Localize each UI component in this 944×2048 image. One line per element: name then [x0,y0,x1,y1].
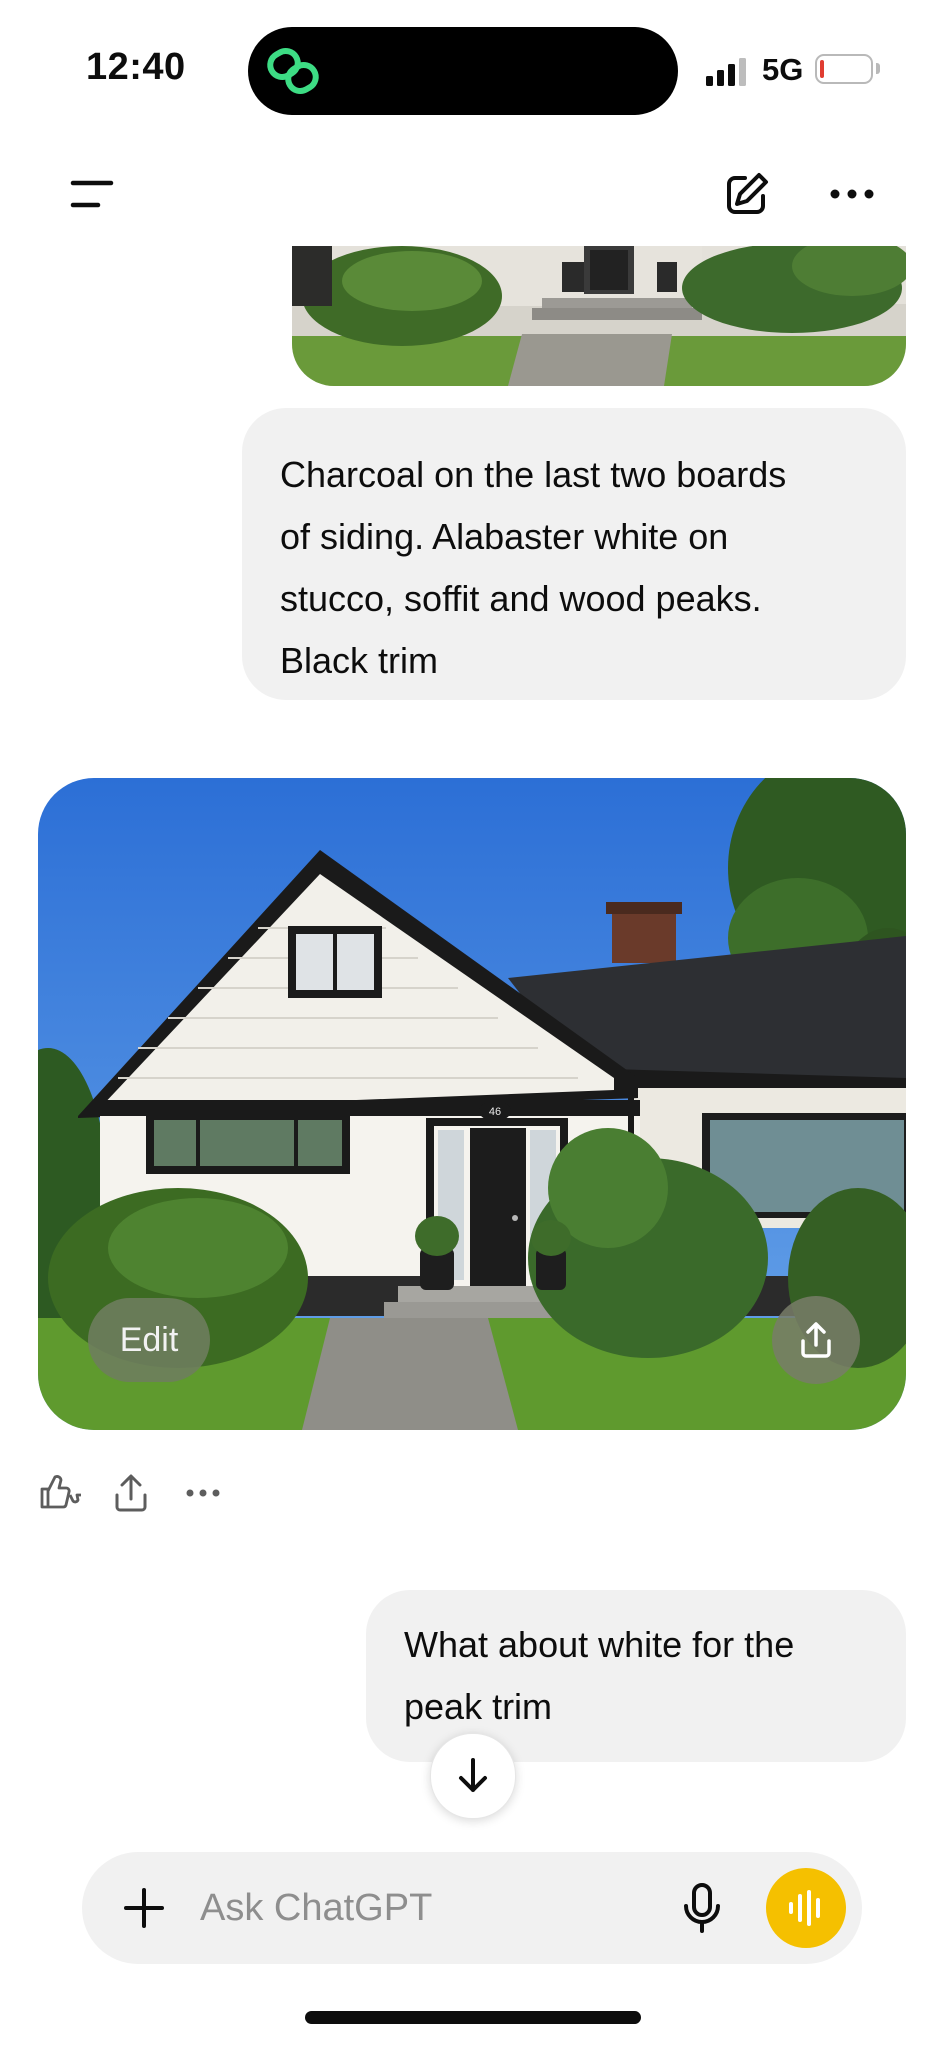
thumbs-icon [40,1475,81,1509]
scroll-to-bottom-button[interactable] [430,1733,516,1819]
message-line: peak trim [404,1686,553,1727]
new-chat-button[interactable] [715,162,779,226]
user-message-bubble: Charcoal on the last two boards of sidin… [242,408,906,700]
more-icon [186,1489,220,1497]
network-label: 5G [762,52,804,87]
user-message-bubble: What about white for the peak trim [366,1590,906,1762]
message-input[interactable]: Ask ChatGPT [200,1880,432,1936]
home-indicator [305,2011,641,2024]
message-line: Black trim [280,640,439,681]
more-icon [830,189,874,199]
share-icon [115,1474,147,1512]
menu-icon [70,180,114,208]
share-image-button[interactable] [772,1296,860,1384]
cellular-signal-icon [706,58,746,86]
compose-icon [727,173,768,214]
share-icon [801,1322,831,1358]
dictate-button[interactable] [670,1876,734,1940]
previous-house-image[interactable] [292,246,906,386]
house-number: 46 [489,1106,501,1118]
battery-nub [876,63,880,74]
composer-bar [82,1852,862,1964]
share-response-button[interactable] [106,1468,156,1518]
linked-rings-icon [267,48,319,94]
response-more-button[interactable] [178,1468,228,1518]
more-options-button[interactable] [820,162,884,226]
plus-icon [124,1888,164,1928]
arrow-down-icon [459,1758,487,1792]
voice-waveform-icon [789,1890,820,1926]
attach-button[interactable] [112,1876,176,1940]
edit-image-button[interactable]: Edit [88,1298,210,1382]
battery-level [820,60,824,78]
message-line: stucco, soffit and wood peaks. [280,578,762,619]
menu-button[interactable] [60,162,124,226]
message-line: What about white for the [404,1624,795,1665]
message-line: of siding. Alabaster white on [280,516,729,557]
feedback-button[interactable] [36,1468,86,1518]
microphone-icon [684,1883,720,1933]
message-line: Charcoal on the last two boards [280,454,787,495]
voice-mode-button[interactable] [766,1868,846,1948]
status-time: 12:40 [86,46,186,88]
house-photo-crop [292,246,906,386]
